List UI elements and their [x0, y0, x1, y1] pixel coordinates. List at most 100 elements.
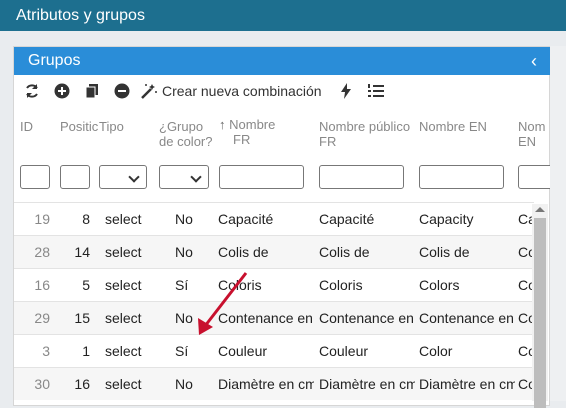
cell-position: 5 — [82, 277, 90, 293]
column-name-en-next[interactable]: Nom EN — [518, 119, 545, 149]
column-public-fr-line1: Nombre público — [319, 119, 411, 134]
column-name-fr[interactable]: ↑ Nombre FR — [219, 117, 275, 147]
cell-color-group: Sí — [175, 343, 189, 359]
column-color-group-line1: ¿Grupo — [159, 119, 204, 134]
ordered-list-icon[interactable] — [364, 79, 388, 103]
cell-id: 29 — [34, 310, 50, 326]
cell-public-name-fr: Capacité — [319, 211, 375, 227]
flash-icon[interactable] — [334, 79, 358, 103]
table-row[interactable]: 30 16 select No Diamètre en cm Diamètre … — [14, 367, 534, 400]
scroll-up-icon[interactable] — [535, 207, 545, 212]
filter-id-input[interactable] — [20, 165, 50, 189]
filter-row — [14, 165, 558, 195]
cell-position: 1 — [82, 343, 90, 359]
table-body: 19 8 select No Capacité Capacité Capacit… — [14, 202, 534, 400]
cell-next: Co — [518, 376, 532, 392]
table-row[interactable]: 3 1 select Sí Couleur Couleur Color Co — [14, 334, 534, 367]
cell-id: 28 — [34, 244, 50, 260]
app-title-bar: Atributos y grupos — [0, 0, 566, 31]
cell-position: 16 — [74, 376, 90, 392]
column-color-group-line2: de color? — [159, 134, 213, 149]
column-name-fr-line2: FR — [233, 132, 251, 147]
refresh-icon[interactable] — [20, 79, 44, 103]
scrollbar-thumb[interactable] — [534, 218, 546, 408]
cell-name-fr: Colis de — [218, 244, 269, 260]
filter-color-group-select[interactable] — [159, 165, 209, 189]
remove-icon[interactable] — [110, 79, 134, 103]
cell-type: select — [105, 310, 142, 326]
cell-type: select — [105, 211, 142, 227]
table-row[interactable]: 16 5 select Sí Coloris Coloris Colors Co — [14, 268, 534, 301]
filter-name-en-input[interactable] — [419, 165, 504, 189]
cell-position: 8 — [82, 211, 90, 227]
column-public-fr-line2: FR — [319, 134, 337, 149]
panel-title: Grupos — [28, 52, 81, 69]
cell-name-en: Colors — [419, 277, 460, 293]
cell-type: select — [105, 277, 142, 293]
groups-panel: Grupos ‹ Crear nueva combinación ID Posi… — [13, 46, 558, 406]
column-name-fr-line1: Nombre — [229, 117, 276, 132]
cell-id: 30 — [34, 376, 50, 392]
column-position[interactable]: Positic — [60, 119, 98, 134]
cell-id: 19 — [34, 211, 50, 227]
add-icon[interactable] — [50, 79, 74, 103]
cell-type: select — [105, 376, 142, 392]
cell-name-fr: Diamètre en cm — [218, 376, 314, 392]
filter-name-fr-input[interactable] — [219, 165, 304, 189]
cell-name-fr: Contenance en — [218, 310, 313, 326]
cell-next: Co — [518, 277, 532, 293]
table-row[interactable]: 19 8 select No Capacité Capacité Capacit… — [14, 202, 534, 235]
cell-public-name-fr: Colis de — [319, 244, 370, 260]
cell-name-en: Diamètre en cm — [419, 376, 515, 392]
table-header: ID Positic Tipo ¿Grupo de color? ↑ Nombr… — [14, 107, 551, 155]
column-public-name-fr[interactable]: Nombre público FR — [319, 119, 410, 149]
cell-public-name-fr: Diamètre en cm — [319, 376, 415, 392]
cell-next: Co — [518, 343, 532, 359]
cell-name-en: Color — [419, 343, 453, 359]
cell-color-group: No — [175, 310, 193, 326]
cell-position: 14 — [74, 244, 90, 260]
toolbar: Crear nueva combinación — [14, 75, 551, 107]
cell-color-group: No — [175, 376, 193, 392]
cell-name-fr: Capacité — [218, 211, 274, 227]
cell-name-en: Capacity — [419, 211, 474, 227]
cell-next: Co — [518, 310, 532, 326]
cell-id: 16 — [34, 277, 50, 293]
page-right-edge — [550, 46, 566, 401]
cell-public-name-fr: Coloris — [319, 277, 363, 293]
column-name-en[interactable]: Nombre EN — [419, 119, 487, 134]
table-row[interactable]: 29 15 select No Contenance en Contenance… — [14, 301, 534, 334]
sort-asc-icon: ↑ — [219, 117, 226, 132]
column-color-group[interactable]: ¿Grupo de color? — [159, 119, 212, 149]
cell-name-fr: Coloris — [218, 277, 262, 293]
column-next-line1: Nom — [518, 119, 546, 134]
cell-name-en: Contenance en — [419, 310, 514, 326]
panel-header: Grupos ‹ — [14, 47, 551, 75]
new-combination-label: Crear nueva combinación — [162, 83, 322, 99]
cell-color-group: Sí — [175, 277, 189, 293]
app-title: Atributos y grupos — [16, 7, 145, 24]
new-combination-button[interactable]: Crear nueva combinación — [140, 79, 322, 103]
collapse-panel-button[interactable]: ‹ — [531, 47, 537, 75]
magic-wand-icon — [141, 84, 157, 99]
cell-next: Co — [518, 244, 532, 260]
filter-position-input[interactable] — [60, 165, 90, 189]
copy-icon[interactable] — [80, 79, 104, 103]
filter-type-select[interactable] — [99, 165, 147, 189]
cell-position: 15 — [74, 310, 90, 326]
vertical-scrollbar[interactable] — [532, 204, 548, 408]
filter-public-name-fr-input[interactable] — [319, 165, 404, 189]
column-id[interactable]: ID — [20, 119, 33, 134]
table-row[interactable]: 28 14 select No Colis de Colis de Colis … — [14, 235, 534, 268]
cell-public-name-fr: Couleur — [319, 343, 369, 359]
column-next-line2: EN — [518, 134, 537, 149]
column-type[interactable]: Tipo — [99, 119, 124, 134]
cell-id: 3 — [42, 343, 50, 359]
cell-name-en: Colis de — [419, 244, 470, 260]
cell-color-group: No — [175, 244, 193, 260]
cell-color-group: No — [175, 211, 193, 227]
cell-type: select — [105, 244, 142, 260]
cell-next: Ca — [518, 211, 532, 227]
cell-type: select — [105, 343, 142, 359]
cell-public-name-fr: Contenance en — [319, 310, 414, 326]
